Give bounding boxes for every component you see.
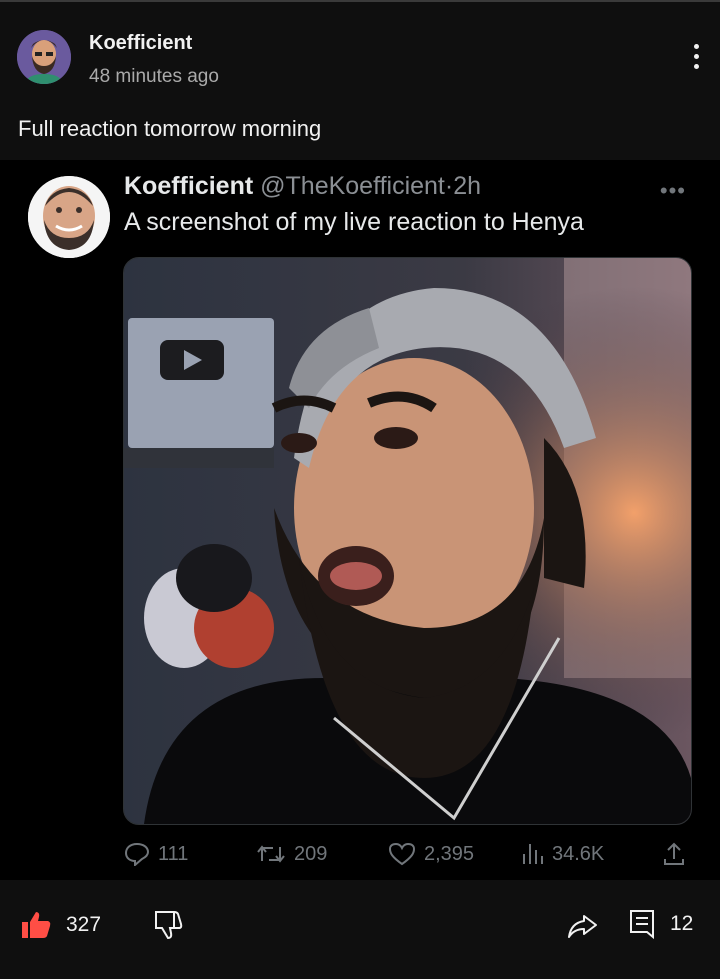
post-action-bar: 327 12 (0, 880, 720, 979)
post-author[interactable]: Koefficient (89, 32, 192, 55)
share-icon (664, 842, 684, 865)
comments-button[interactable]: 12 (628, 908, 693, 940)
comment-count: 12 (670, 912, 694, 935)
like-count-total: 327 (66, 913, 102, 936)
heart-icon (388, 842, 416, 866)
like-button[interactable]: 327 (20, 910, 101, 940)
tweet-text: A screenshot of my live reaction to Heny… (124, 208, 584, 236)
thumb-down-icon (155, 911, 183, 940)
tweet-retweets[interactable]: 209 (256, 840, 327, 868)
dislike-button[interactable] (152, 910, 184, 940)
post-header: Koefficient 48 minutes ago (0, 2, 720, 102)
views-icon (523, 844, 543, 864)
post-timestamp: 48 minutes ago (89, 66, 219, 87)
like-count: 2,395 (424, 842, 475, 865)
tweet-image[interactable] (123, 257, 692, 825)
post-text: Full reaction tomorrow morning (18, 116, 322, 141)
share-arrow-icon (568, 915, 597, 938)
thumb-up-icon (22, 912, 51, 938)
tweet-dot-separator: · (444, 172, 454, 200)
tweet-share[interactable] (662, 840, 694, 868)
retweet-count: 209 (294, 842, 328, 865)
more-vert-icon[interactable] (690, 44, 702, 72)
channel-avatar[interactable] (17, 30, 71, 84)
view-count: 34.6K (552, 842, 605, 865)
comment-icon (630, 910, 654, 940)
tweet-handle[interactable]: @TheKoefficient (260, 172, 445, 200)
tweet-replies[interactable]: 111 (124, 840, 188, 868)
tweet-views[interactable]: 34.6K (520, 840, 604, 868)
tweet-author[interactable]: Koefficient (124, 172, 253, 200)
reply-icon (124, 842, 150, 866)
retweet-icon (257, 845, 285, 863)
tweet-header: Koefficient @TheKoefficient·2h (124, 172, 481, 201)
more-horiz-icon[interactable]: ••• (660, 178, 686, 204)
share-button[interactable] (566, 912, 598, 940)
tweet-avatar (28, 176, 110, 258)
tweet-time: 2h (453, 172, 482, 200)
reply-count: 111 (158, 842, 189, 865)
tweet-likes[interactable]: 2,395 (388, 840, 474, 868)
